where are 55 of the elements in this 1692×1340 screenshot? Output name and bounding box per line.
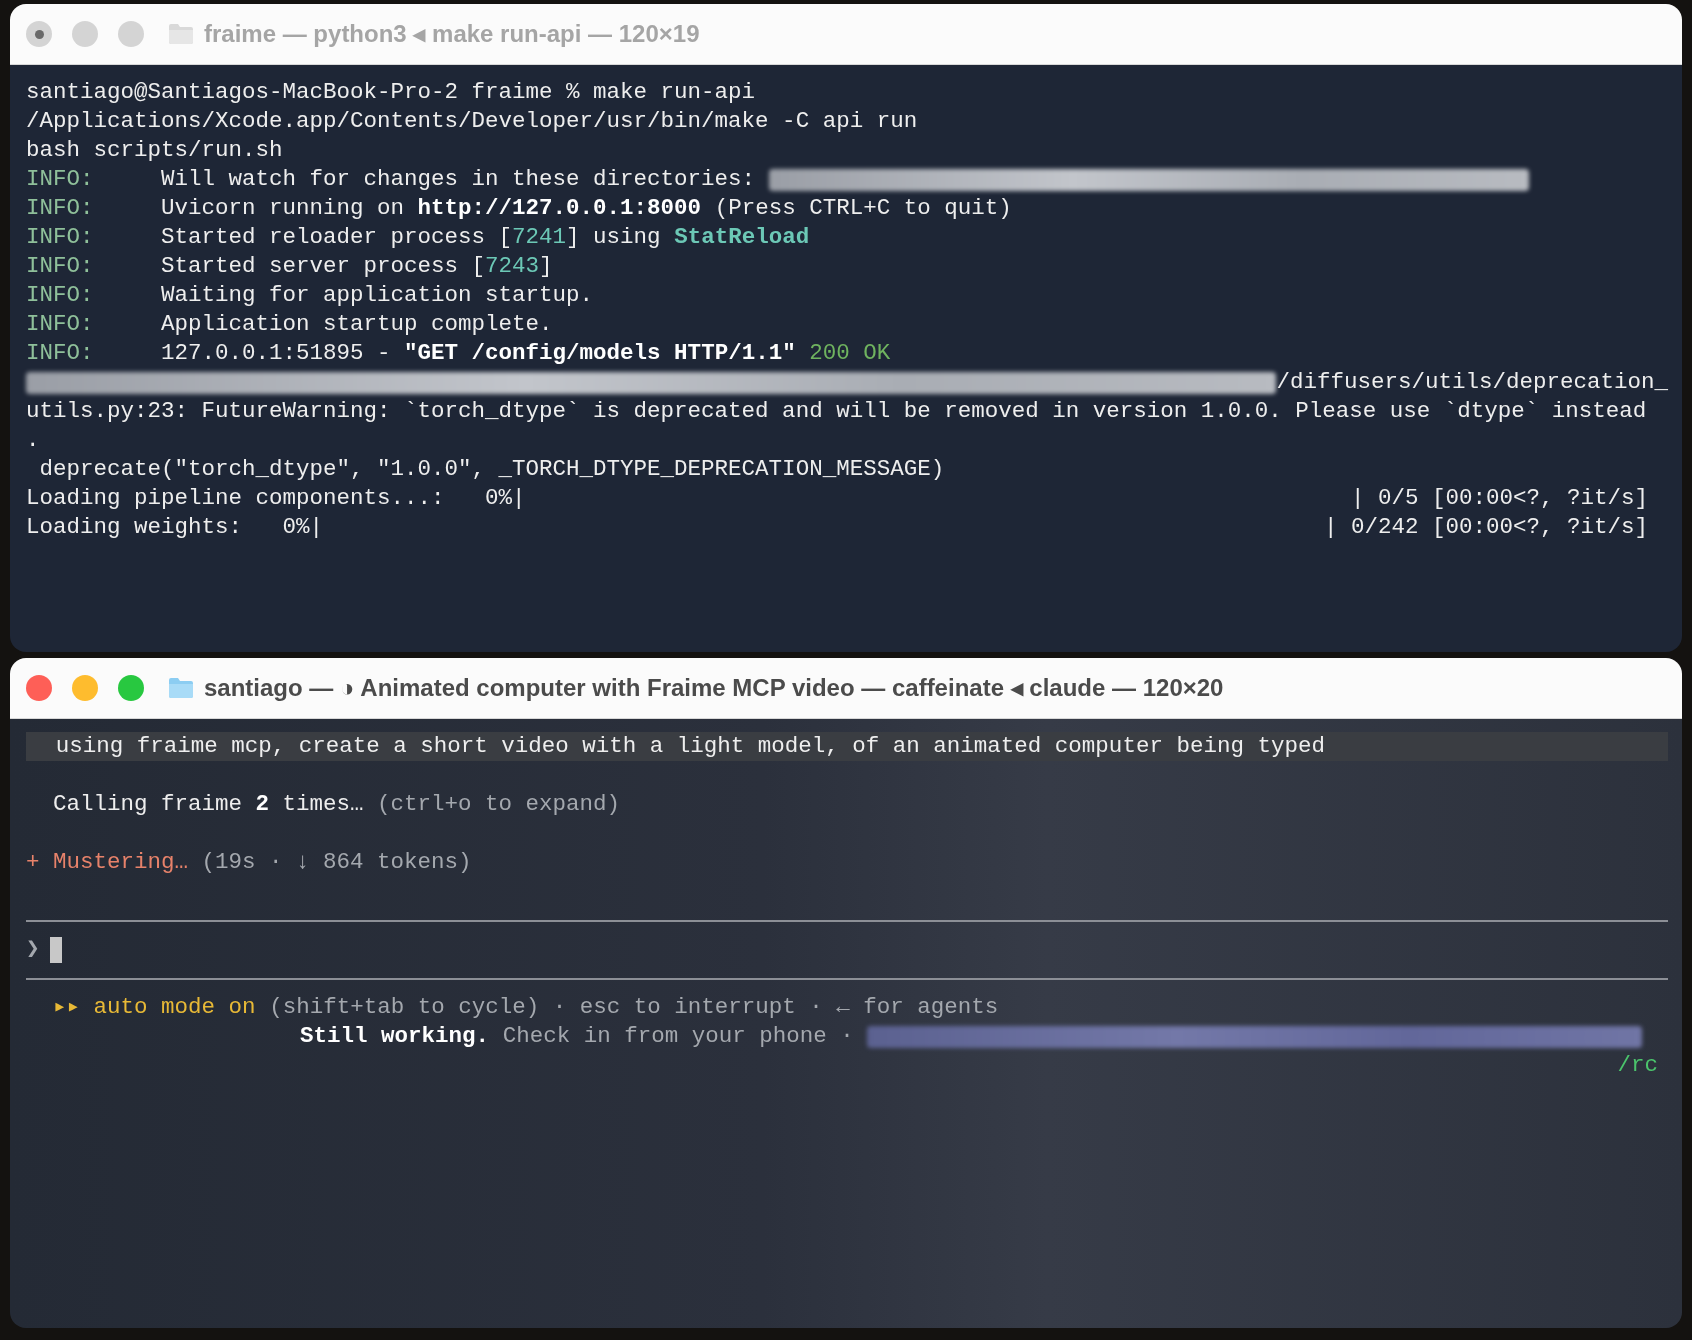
terminal-text: 127.0.0.1:51895 - xyxy=(160,339,392,368)
terminal-text: . xyxy=(26,426,40,455)
terminal-text: ] using xyxy=(566,223,662,252)
window-title: fraime — python3 ◂ make run-api — 120×19 xyxy=(204,20,700,48)
terminal-text: http://127.0.0.1:8000 xyxy=(417,194,702,223)
terminal-text: times… xyxy=(281,790,364,819)
terminal-text: bash scripts/run.sh xyxy=(26,136,283,165)
terminal-text: /diffusers/utils/deprecation_ xyxy=(1276,368,1668,397)
close-button[interactable] xyxy=(26,675,52,701)
progress-status: | 0/242 [00:00<?, ?it/s] xyxy=(1323,513,1648,542)
log-level: INFO: xyxy=(26,310,94,339)
minimize-button[interactable] xyxy=(72,675,98,701)
progress-label: Loading weights: 0%| xyxy=(26,513,324,542)
terminal-text: 2 xyxy=(255,790,270,819)
terminal-text: Application startup complete. xyxy=(160,310,553,339)
terminal-text: Uvicorn running on xyxy=(160,194,406,223)
hint-text: (19s · ↓ 864 tokens) xyxy=(200,848,472,877)
terminal-text: Started server process [ xyxy=(160,252,486,281)
hint-text: (ctrl+o to expand) xyxy=(376,790,621,819)
progress-label: Loading pipeline components...: 0%| xyxy=(26,484,526,513)
terminal-text: utils.py:23: FutureWarning: `torch_dtype` is deprecated and will be removed in version 1.0.0. Please use `dtype` instead xyxy=(26,397,1647,426)
terminal-text: Waiting for application startup. xyxy=(160,281,594,310)
progress-status: | 0/5 [00:00<?, ?it/s] xyxy=(1350,484,1648,513)
terminal-text: santiago@Santiagos-MacBook-Pro-2 fraime % make run-api xyxy=(26,78,756,107)
folder-icon xyxy=(168,677,194,699)
log-level: INFO: xyxy=(26,223,94,252)
window-title: santiago — ◑ Animated computer with Fraime MCP video — caffeinate ◂ claude — 120×20 xyxy=(204,674,1224,702)
status-text: + Mustering… xyxy=(26,848,189,877)
log-level: INFO: xyxy=(26,165,94,194)
process-id: 7241 xyxy=(512,223,567,252)
status-text: 200 OK xyxy=(808,339,891,368)
terminal-text: using fraime mcp, create a short video with a light model, of an animated computer being typed xyxy=(55,732,1325,761)
command-text: /rc xyxy=(1617,1051,1658,1080)
mode-text: ▸▸ auto mode on xyxy=(53,993,256,1022)
terminal-text: "GET /config/models HTTP/1.1" xyxy=(404,339,796,368)
folder-icon xyxy=(168,23,194,45)
hint-text: (shift+tab to cycle) · esc to interrupt · ← for agents xyxy=(268,993,999,1022)
reloader-name: StatReload xyxy=(674,223,810,252)
log-level: INFO: xyxy=(26,252,94,281)
terminal-text: (Press CTRL+C to quit) xyxy=(713,194,1012,223)
process-id: 7243 xyxy=(485,252,540,281)
terminal-text: ] xyxy=(539,252,553,281)
terminal-text: Will watch for changes in these directories: xyxy=(160,165,757,194)
log-level: INFO: xyxy=(26,339,94,368)
terminal-text: deprecate("torch_dtype", "1.0.0", _TORCH_DTYPE_DEPRECATION_MESSAGE) xyxy=(38,455,945,484)
terminal-text: Still working. xyxy=(300,1022,490,1051)
log-level: INFO: xyxy=(26,281,94,310)
hint-text: ❯ xyxy=(26,935,40,964)
log-level: INFO: xyxy=(26,194,94,223)
zoom-button[interactable] xyxy=(118,675,144,701)
hint-text: Check in from your phone · xyxy=(501,1022,855,1051)
terminal-text: Calling fraime xyxy=(53,790,244,819)
text-cursor xyxy=(49,936,62,963)
terminal-text: Started reloader process [ xyxy=(160,223,513,252)
terminal-text: /Applications/Xcode.app/Contents/Developer/usr/bin/make -C api run xyxy=(26,107,918,136)
